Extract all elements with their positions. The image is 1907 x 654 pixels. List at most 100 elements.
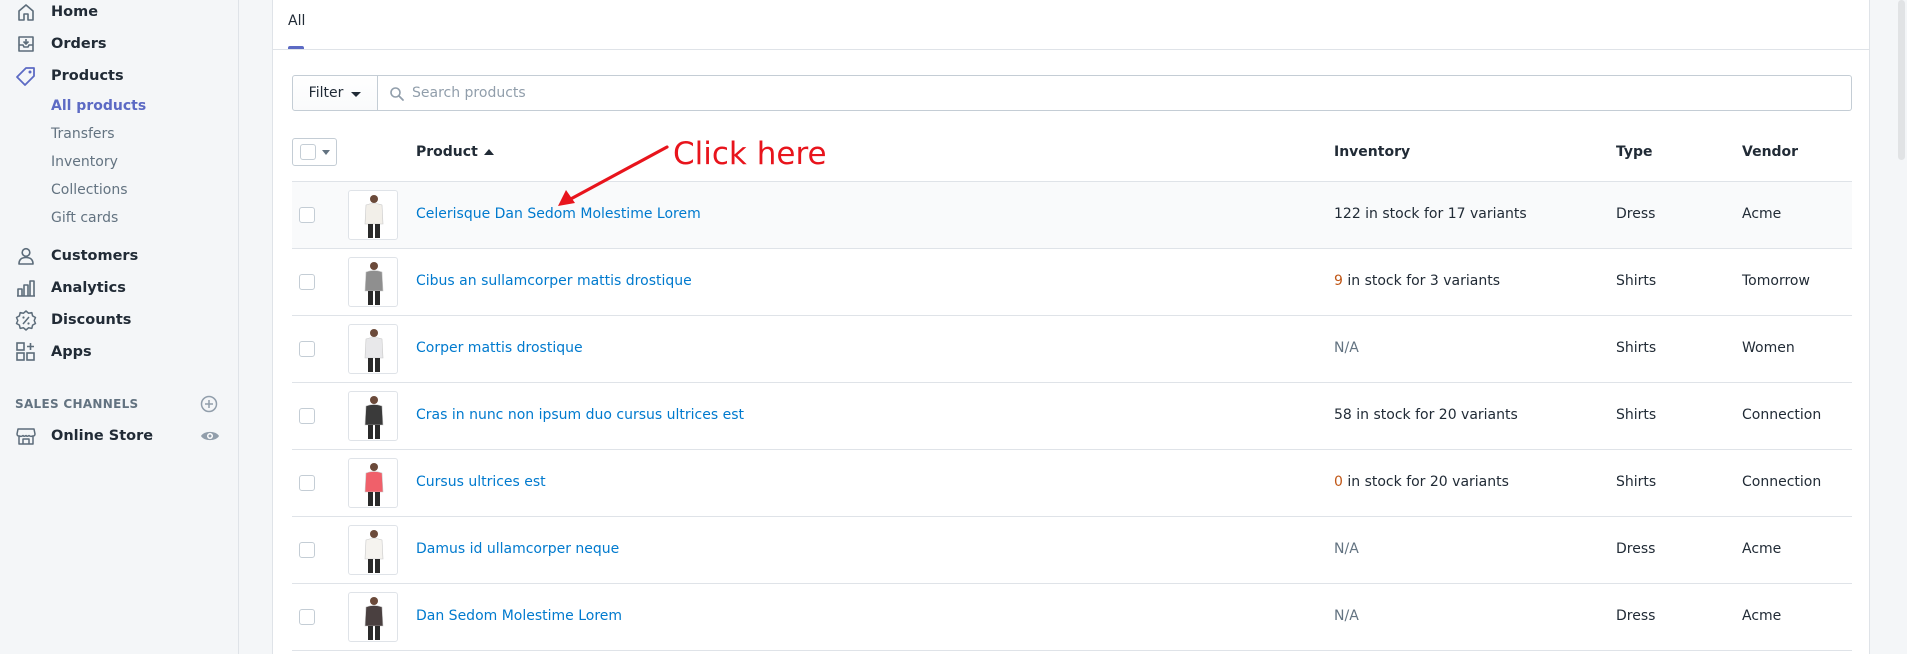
annotation-arrow (558, 145, 669, 206)
table-row[interactable]: Corper mattis drostique N/A Shirts Women (292, 316, 1852, 383)
nav-item-customers[interactable]: Customers (0, 241, 239, 271)
subnav-all-products[interactable]: All products (51, 98, 146, 114)
nav-label-analytics: Analytics (51, 280, 126, 296)
table-row[interactable]: Damus id ullamcorper neque N/A Dress Acme (292, 517, 1852, 584)
search-input[interactable] (378, 76, 1851, 110)
subnav-inventory[interactable]: Inventory (51, 154, 118, 170)
nav-label-products: Products (51, 68, 124, 84)
type-cell: Shirts (1616, 407, 1657, 423)
inventory-cell: 9 in stock for 3 variants (1334, 273, 1500, 289)
product-table-body: Celerisque Dan Sedom Molestime Lorem 122 … (292, 182, 1852, 651)
subnav-collections[interactable]: Collections (51, 182, 128, 198)
filter-button[interactable]: Filter (292, 75, 378, 111)
column-header-inventory[interactable]: Inventory (1334, 144, 1410, 160)
row-checkbox[interactable] (299, 408, 315, 424)
row-checkbox[interactable] (299, 341, 315, 357)
store-icon (14, 424, 38, 448)
inventory-text: 122 in stock for 17 variants (1334, 206, 1527, 222)
nav-item-apps[interactable]: Apps (0, 337, 239, 367)
sort-ascending-icon (483, 149, 494, 155)
nav-item-online-store[interactable]: Online Store (0, 421, 190, 451)
inventory-text: 58 in stock for 20 variants (1334, 407, 1518, 423)
column-header-product-label: Product (416, 144, 478, 160)
eye-icon[interactable] (199, 426, 221, 446)
inventory-text: in stock for 20 variants (1342, 474, 1509, 490)
nav-label-apps: Apps (51, 344, 92, 360)
product-title-link[interactable]: Damus id ullamcorper neque (416, 541, 619, 557)
product-title-link[interactable]: Cursus ultrices est (416, 474, 546, 490)
low-stock-count: 9 (1334, 273, 1343, 289)
nav-label-online-store: Online Store (51, 428, 154, 444)
row-checkbox[interactable] (299, 609, 315, 625)
vendor-cell: Acme (1742, 608, 1782, 624)
vendor-cell: Connection (1742, 407, 1822, 423)
table-row[interactable]: Cursus ultrices est 0 in stock for 20 var… (292, 450, 1852, 517)
nav-item-orders[interactable]: Orders (0, 29, 239, 59)
product-title-link[interactable]: Corper mattis drostique (416, 340, 583, 356)
row-checkbox[interactable] (299, 542, 315, 558)
inventory-cell: N/A (1334, 541, 1359, 557)
nav-item-products[interactable]: Products (0, 61, 239, 91)
product-thumbnail[interactable] (348, 257, 398, 307)
row-checkbox[interactable] (299, 475, 315, 491)
product-title-link[interactable]: Celerisque Dan Sedom Molestime Lorem (416, 206, 701, 222)
inventory-cell: 0 in stock for 20 variants (1334, 474, 1509, 490)
nav-label-home: Home (51, 4, 99, 20)
column-header-vendor[interactable]: Vendor (1742, 144, 1798, 160)
nav-item-discounts[interactable]: Discounts (0, 305, 239, 335)
vendor-cell: Acme (1742, 541, 1782, 557)
product-title-link[interactable]: Dan Sedom Molestime Lorem (416, 608, 622, 624)
product-title-link[interactable]: Cibus an sullamcorper mattis drostique (416, 273, 692, 289)
product-thumbnail[interactable] (348, 525, 398, 575)
sales-channels-heading: SALES CHANNELS (15, 397, 139, 411)
add-sales-channel-icon[interactable] (199, 394, 219, 414)
subnav-transfers[interactable]: Transfers (51, 126, 115, 142)
type-cell: Dress (1616, 608, 1656, 624)
table-row[interactable]: Celerisque Dan Sedom Molestime Lorem 122 … (292, 182, 1852, 249)
scrollbar[interactable] (1896, 0, 1907, 654)
vendor-cell: Women (1742, 340, 1795, 356)
chevron-down-icon (322, 149, 330, 155)
column-header-type[interactable]: Type (1616, 144, 1653, 160)
type-cell: Dress (1616, 541, 1656, 557)
type-cell: Shirts (1616, 340, 1657, 356)
inventory-text: in stock for 3 variants (1342, 273, 1500, 289)
row-checkbox[interactable] (299, 274, 315, 290)
nav-item-home[interactable]: Home (0, 0, 239, 27)
nav-item-analytics[interactable]: Analytics (0, 273, 239, 303)
sidebar: Home Orders Products All products Transf… (0, 0, 239, 654)
table-row[interactable]: Dan Sedom Molestime Lorem N/A Dress Acme (292, 584, 1852, 651)
tab-all[interactable]: All (288, 13, 305, 29)
vendor-cell: Connection (1742, 474, 1822, 490)
product-thumbnail[interactable] (348, 324, 398, 374)
product-thumbnail[interactable] (348, 190, 398, 240)
filter-button-label: Filter (308, 85, 344, 101)
active-tab-indicator (288, 46, 304, 49)
app-root: Home Orders Products All products Transf… (0, 0, 1907, 654)
person-icon (14, 244, 38, 268)
table-row[interactable]: Cibus an sullamcorper mattis drostique 9 … (292, 249, 1852, 316)
inventory-cell: 122 in stock for 17 variants (1334, 206, 1527, 222)
type-cell: Shirts (1616, 273, 1657, 289)
inventory-cell: 58 in stock for 20 variants (1334, 407, 1518, 423)
annotation-label: Click here (673, 136, 827, 172)
product-thumbnail[interactable] (348, 391, 398, 441)
chevron-down-icon (351, 91, 362, 97)
nav-label-discounts: Discounts (51, 312, 132, 328)
product-title-link[interactable]: Cras in nunc non ipsum duo cursus ultric… (416, 407, 744, 423)
bulk-select-checkbox[interactable] (292, 138, 337, 166)
row-checkbox[interactable] (299, 207, 315, 223)
product-thumbnail[interactable] (348, 458, 398, 508)
product-thumbnail[interactable] (348, 592, 398, 642)
low-stock-count: 0 (1334, 474, 1343, 490)
table-header: Product Inventory Type Vendor (292, 130, 1852, 182)
subnav-gift-cards[interactable]: Gift cards (51, 210, 118, 226)
column-header-product[interactable]: Product (416, 144, 494, 160)
inventory-text: N/A (1334, 541, 1359, 557)
scrollbar-thumb[interactable] (1898, 0, 1905, 160)
table-row[interactable]: Cras in nunc non ipsum duo cursus ultric… (292, 383, 1852, 450)
orders-icon (14, 32, 38, 56)
select-all-checkbox[interactable] (300, 144, 316, 160)
inventory-cell: N/A (1334, 340, 1359, 356)
nav-label-customers: Customers (51, 248, 139, 264)
